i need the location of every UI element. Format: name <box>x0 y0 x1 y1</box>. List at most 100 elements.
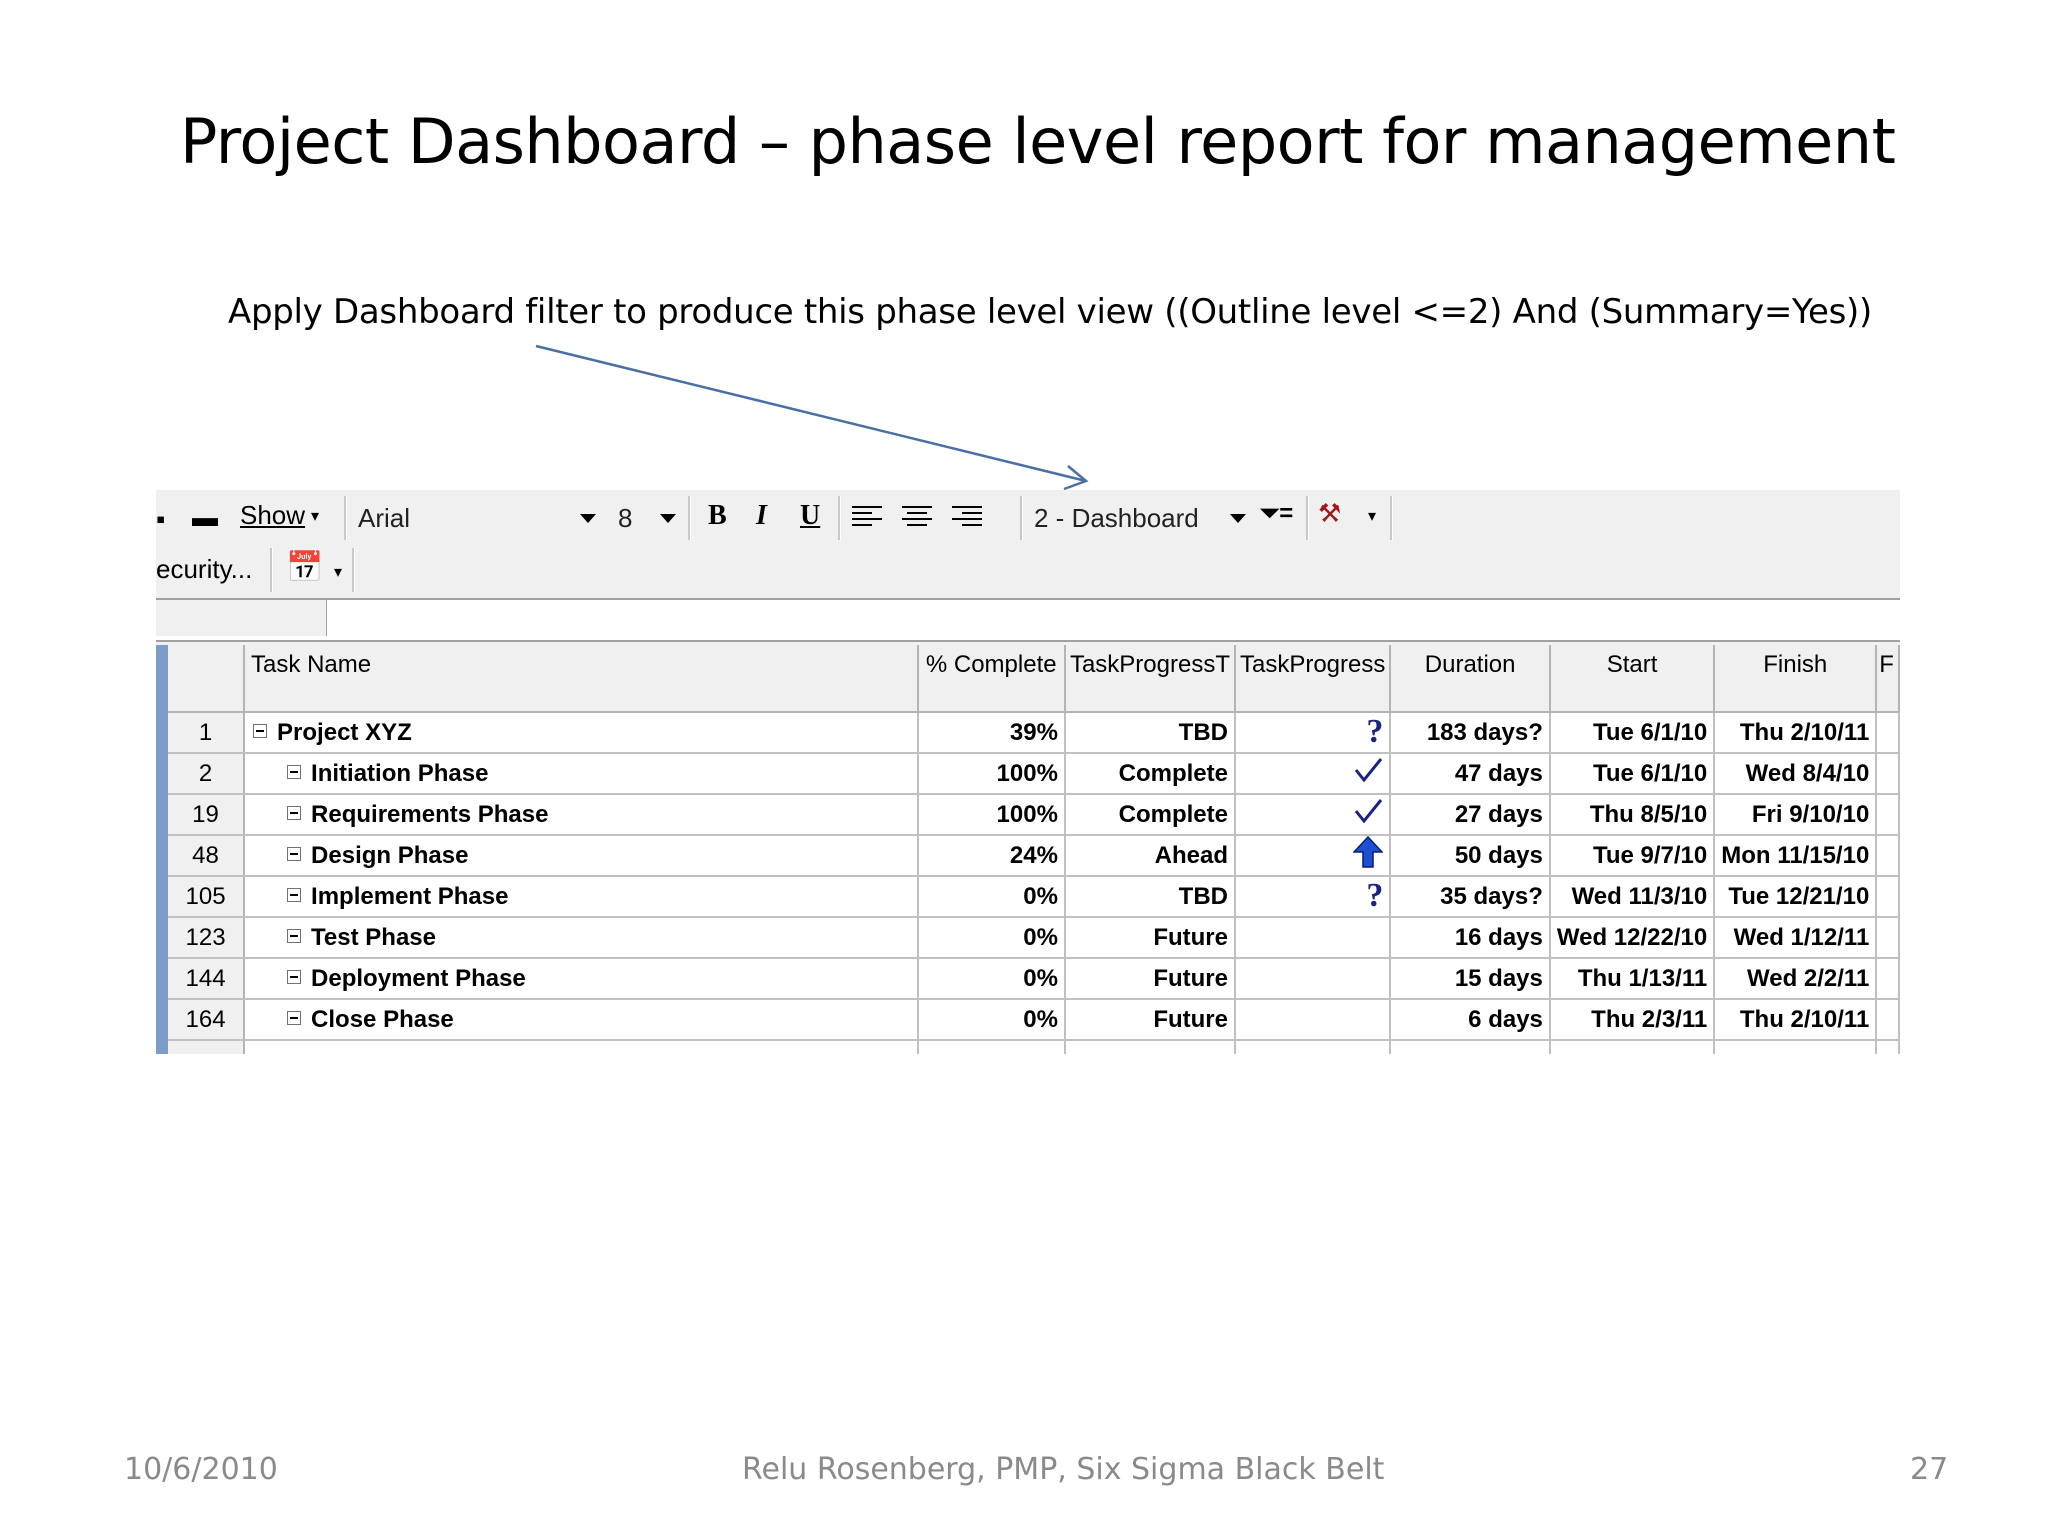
duration-cell[interactable]: 183 days? <box>1390 712 1551 754</box>
header-start[interactable]: Start <box>1549 645 1716 713</box>
progress-status-cell[interactable]: Complete <box>1064 794 1236 836</box>
finish-cell[interactable]: Wed 8/4/10 <box>1714 753 1878 795</box>
filter-select[interactable]: 2 - Dashboard <box>1026 498 1226 538</box>
pct-complete-cell[interactable]: 24% <box>917 835 1066 877</box>
font-size-dropdown-icon[interactable] <box>660 514 676 523</box>
task-name-cell[interactable]: Design Phase <box>244 835 919 877</box>
font-name-select[interactable]: Arial <box>352 498 592 538</box>
task-name-cell[interactable]: Deployment Phase <box>244 958 919 1000</box>
empty-cell[interactable] <box>1714 1040 1878 1054</box>
extra-cell[interactable] <box>1876 753 1900 795</box>
align-left-icon[interactable] <box>852 506 882 532</box>
header-row-id[interactable] <box>168 645 246 713</box>
bold-button[interactable]: B <box>708 500 727 532</box>
security-button[interactable]: ecurity... <box>156 554 252 585</box>
table-row[interactable]: 1 Project XYZ 39% TBD? 183 days? Tue 6/1/10 Th… <box>168 712 1900 754</box>
finish-cell[interactable]: Thu 2/10/11 <box>1714 999 1878 1041</box>
progress-status-cell[interactable]: TBD <box>1064 712 1236 754</box>
table-row[interactable]: 19 Requirements Phase 100% Complete 27 days T… <box>168 794 1900 836</box>
pct-complete-cell[interactable]: 0% <box>917 958 1066 1000</box>
table-row[interactable]: 105 Implement Phase 0% TBD? 35 days? Wed 11/3… <box>168 876 1900 918</box>
font-name-dropdown-icon[interactable] <box>580 514 596 523</box>
pct-complete-cell[interactable]: 100% <box>917 794 1066 836</box>
finish-cell[interactable]: Wed 1/12/11 <box>1714 917 1878 959</box>
task-name-cell[interactable]: Implement Phase <box>244 876 919 918</box>
start-cell[interactable]: Tue 6/1/10 <box>1549 753 1716 795</box>
pct-complete-cell[interactable]: 0% <box>917 999 1066 1041</box>
progress-status-cell[interactable]: TBD <box>1064 876 1236 918</box>
align-center-icon[interactable] <box>902 506 932 532</box>
underline-button[interactable]: U <box>800 500 820 532</box>
extra-cell[interactable] <box>1876 958 1900 1000</box>
extra-cell[interactable] <box>1876 794 1900 836</box>
start-cell[interactable]: Thu 8/5/10 <box>1549 794 1716 836</box>
progress-indicator-cell[interactable] <box>1234 999 1392 1041</box>
empty-cell[interactable] <box>1064 1040 1236 1054</box>
row-id-cell[interactable]: 1 <box>168 712 246 754</box>
table-row[interactable]: 48 Design Phase 24% Ahead 50 days Tue 9/7/10 M… <box>168 835 1900 877</box>
autofilter-icon[interactable]: ⏷= <box>1260 500 1293 528</box>
progress-indicator-cell[interactable] <box>1234 917 1392 959</box>
collapse-icon[interactable] <box>287 765 302 780</box>
filter-dropdown-icon[interactable] <box>1230 514 1246 523</box>
row-id-cell[interactable]: 164 <box>168 999 246 1041</box>
row-id-cell[interactable]: 144 <box>168 958 246 1000</box>
row-id-cell[interactable]: 105 <box>168 876 246 918</box>
start-cell[interactable]: Thu 1/13/11 <box>1549 958 1716 1000</box>
duration-cell[interactable]: 27 days <box>1390 794 1551 836</box>
header-task-name[interactable]: Task Name <box>244 645 919 713</box>
finish-cell[interactable]: Fri 9/10/10 <box>1714 794 1878 836</box>
task-name-cell[interactable]: Project XYZ <box>244 712 919 754</box>
collapse-icon[interactable] <box>287 1011 302 1026</box>
row-id-cell[interactable]: 123 <box>168 917 246 959</box>
progress-status-cell[interactable]: Ahead <box>1064 835 1236 877</box>
progress-status-cell[interactable]: Future <box>1064 917 1236 959</box>
duration-cell[interactable]: 35 days? <box>1390 876 1551 918</box>
extra-cell[interactable] <box>1876 917 1900 959</box>
task-name-cell[interactable]: Close Phase <box>244 999 919 1041</box>
show-button[interactable]: Show ▾ <box>240 500 319 531</box>
start-cell[interactable]: Thu 2/3/11 <box>1549 999 1716 1041</box>
row-id-cell[interactable] <box>168 1040 246 1054</box>
start-cell[interactable]: Wed 11/3/10 <box>1549 876 1716 918</box>
row-id-cell[interactable]: 19 <box>168 794 246 836</box>
entry-bar[interactable] <box>156 598 1900 642</box>
header-pct-complete[interactable]: % Complete <box>917 645 1066 713</box>
header-extra[interactable]: F <box>1876 645 1900 713</box>
collapse-icon[interactable] <box>287 888 302 903</box>
task-name-cell[interactable]: Test Phase <box>244 917 919 959</box>
collapse-icon[interactable] <box>287 847 302 862</box>
task-name-cell[interactable]: Initiation Phase <box>244 753 919 795</box>
progress-indicator-cell[interactable]: ? <box>1234 712 1392 754</box>
extra-cell[interactable] <box>1876 712 1900 754</box>
chevron-down-icon[interactable]: ▾ <box>1368 506 1376 526</box>
extra-cell[interactable] <box>1876 876 1900 918</box>
start-cell[interactable]: Tue 6/1/10 <box>1549 712 1716 754</box>
italic-button[interactable]: I <box>756 500 767 532</box>
finish-cell[interactable]: Thu 2/10/11 <box>1714 712 1878 754</box>
pct-complete-cell[interactable]: 100% <box>917 753 1066 795</box>
progress-indicator-cell[interactable] <box>1234 958 1392 1000</box>
duration-cell[interactable]: 47 days <box>1390 753 1551 795</box>
progress-indicator-cell[interactable] <box>1234 753 1392 795</box>
duration-cell[interactable]: 15 days <box>1390 958 1551 1000</box>
row-id-cell[interactable]: 2 <box>168 753 246 795</box>
duration-cell[interactable]: 16 days <box>1390 917 1551 959</box>
finish-cell[interactable]: Tue 12/21/10 <box>1714 876 1878 918</box>
row-id-cell[interactable]: 48 <box>168 835 246 877</box>
task-name-cell[interactable]: Requirements Phase <box>244 794 919 836</box>
start-cell[interactable]: Tue 9/7/10 <box>1549 835 1716 877</box>
header-task-progress-text[interactable]: TaskProgressT <box>1064 645 1236 713</box>
empty-cell[interactable] <box>244 1040 919 1054</box>
empty-cell[interactable] <box>1876 1040 1900 1054</box>
duration-cell[interactable]: 6 days <box>1390 999 1551 1041</box>
empty-cell[interactable] <box>1234 1040 1392 1054</box>
gantt-wizard-icon[interactable]: ⚒ <box>1318 498 1341 529</box>
finish-cell[interactable]: Mon 11/15/10 <box>1714 835 1878 877</box>
progress-indicator-cell[interactable] <box>1234 835 1392 877</box>
align-right-icon[interactable] <box>952 506 982 532</box>
table-row[interactable]: 2 Initiation Phase 100% Complete 47 days Tue … <box>168 753 1900 795</box>
font-size-select[interactable]: 8 <box>614 498 664 538</box>
collapse-icon[interactable] <box>287 806 302 821</box>
duration-cell[interactable]: 50 days <box>1390 835 1551 877</box>
